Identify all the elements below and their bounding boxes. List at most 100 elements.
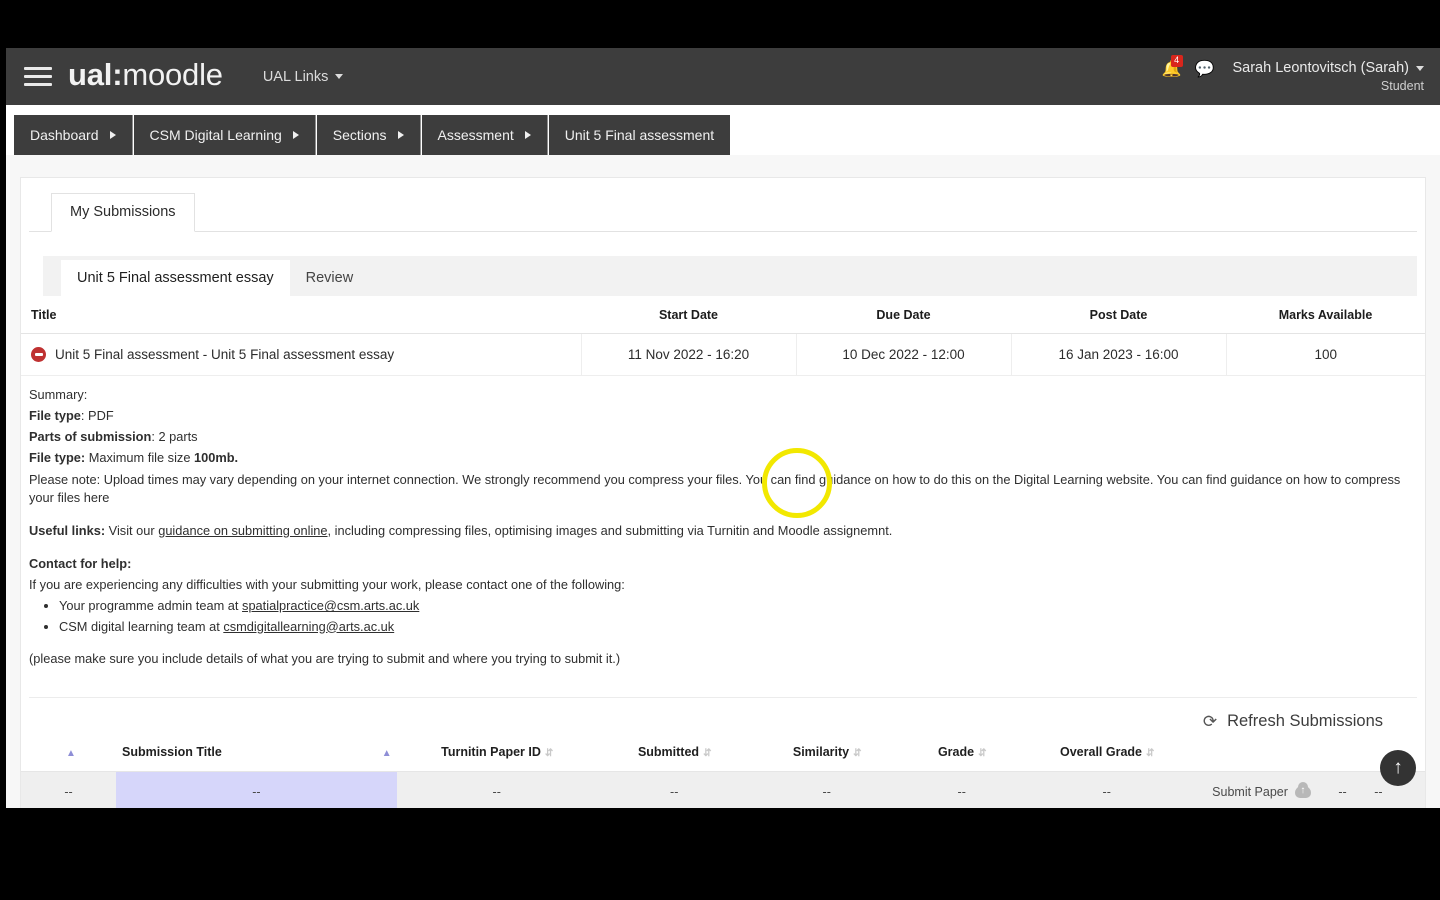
cell-post-date: 16 Jan 2023 - 16:00	[1010, 333, 1226, 376]
cell-start-date: 11 Nov 2022 - 16:20	[580, 333, 796, 376]
column-header-submitted[interactable]: Submitted ⇵	[596, 736, 752, 772]
file-type-line: File type: PDF	[29, 408, 114, 424]
column-header-title[interactable]: Title	[21, 296, 581, 334]
file-size-line: File type: Maximum file size 100mb.	[29, 449, 1411, 467]
site-logo[interactable]: ual:moodle	[68, 57, 223, 93]
useful-links-label: Useful links:	[29, 522, 106, 538]
column-header-marks-available[interactable]: Marks Available	[1226, 296, 1425, 334]
top-navbar: ual:moodle UAL Links 🔔 4 💬 Sarah Leontov…	[6, 48, 1440, 105]
notifications-button[interactable]: 🔔 4	[1162, 55, 1183, 78]
user-menu[interactable]: Sarah Leontovitsch (Sarah) Student	[1232, 60, 1424, 93]
cell-submission-title[interactable]: --	[116, 771, 397, 808]
breadcrumb: Dashboard CSM Digital Learning Sections …	[6, 105, 1440, 155]
column-header-due-date[interactable]: Due Date	[796, 296, 1011, 334]
table-header-row: ▲ Submission Title ▲ Turnitin Paper ID ⇵ S…	[21, 736, 1425, 772]
tab-label: My Submissions	[70, 204, 176, 220]
cell-marks-available: 100	[1225, 333, 1425, 376]
chevron-right-icon	[524, 131, 531, 139]
contact-intro: If you are experiencing any difficulties…	[29, 577, 625, 593]
inner-tab-bar: Unit 5 Final assessment essay Review	[43, 256, 1417, 296]
closing-note: (please make sure you include details of…	[29, 650, 621, 666]
cell-similarity: --	[751, 771, 902, 808]
breadcrumb-item-sections[interactable]: Sections	[316, 115, 421, 155]
table-row: -- -- -- -- -- -- -- Submit Paper ↑ -- -…	[21, 771, 1425, 808]
tab-unit-5-final-assessment-essay[interactable]: Unit 5 Final assessment essay	[61, 260, 290, 296]
column-header-grade[interactable]: Grade ⇵	[901, 736, 1022, 772]
file-type-label: File type	[29, 408, 81, 424]
cell-title: Unit 5 Final assessment - Unit 5 Final a…	[21, 333, 581, 376]
browser-viewport: ual:moodle UAL Links 🔔 4 💬 Sarah Leontov…	[6, 48, 1440, 808]
cell-index: --	[21, 771, 116, 808]
breadcrumb-label: Unit 5 Final assessment	[564, 127, 715, 143]
please-note-line: Please note: Upload times may vary depen…	[29, 471, 1401, 505]
ual-links-label: UAL Links	[262, 68, 329, 85]
brand-moodle: moodle	[122, 57, 223, 92]
contact-item-pre: Your programme admin team at	[59, 598, 243, 614]
column-header-post-date[interactable]: Post Date	[1011, 296, 1226, 334]
breadcrumb-item-assessment[interactable]: Assessment	[421, 115, 548, 155]
useful-links-line: Useful links: Visit our guidance on subm…	[29, 522, 1411, 540]
sort-both-icon: ⇵	[978, 747, 986, 759]
contact-heading: Contact for help:	[29, 556, 132, 572]
chevron-right-icon	[292, 131, 299, 139]
column-label: Overall Grade	[1060, 744, 1142, 759]
email-link-spatialpractice[interactable]: spatialpractice@csm.arts.ac.uk	[242, 598, 419, 613]
notification-badge: 4	[1170, 55, 1183, 67]
useful-links-post: , including compressing files, optimisin…	[327, 522, 893, 538]
contact-label: Contact for help:	[29, 555, 1411, 573]
column-header-start-date[interactable]: Start Date	[581, 296, 796, 334]
chevron-right-icon	[397, 131, 404, 139]
ual-links-menu[interactable]: UAL Links	[263, 69, 344, 85]
cell-due-date: 10 Dec 2022 - 12:00	[795, 333, 1011, 376]
tab-my-submissions[interactable]: My Submissions	[51, 193, 195, 232]
assignment-title[interactable]: Unit 5 Final assessment - Unit 5 Final a…	[55, 347, 394, 362]
column-header-overall-grade[interactable]: Overall Grade ⇵	[1021, 736, 1192, 772]
assignment-summary-table: Title Start Date Due Date Post Date Mark…	[21, 296, 1425, 376]
page-body: My Submissions Unit 5 Final assessment e…	[6, 155, 1440, 808]
sort-both-icon: ⇵	[1146, 747, 1154, 759]
summary-heading: Summary:	[29, 387, 88, 402]
submit-paper-button[interactable]: Submit Paper	[1212, 781, 1311, 799]
refresh-submissions-button[interactable]: ⟳ Refresh Submissions	[1203, 712, 1383, 731]
tab-review[interactable]: Review	[290, 260, 370, 296]
cell-grade: --	[901, 771, 1022, 808]
breadcrumb-item-csm-digital-learning[interactable]: CSM Digital Learning	[133, 115, 316, 155]
breadcrumb-item-dashboard[interactable]: Dashboard	[14, 115, 133, 155]
no-entry-icon	[31, 347, 46, 362]
navbar-right: 🔔 4 💬 Sarah Leontovitsch (Sarah) Student	[1162, 48, 1424, 105]
extra-value-2: --	[1374, 784, 1383, 799]
arrow-up-icon: ↑	[1393, 757, 1403, 778]
breadcrumb-label: Dashboard	[30, 127, 99, 143]
parts-label: Parts of submission	[29, 429, 152, 445]
hamburger-icon[interactable]	[24, 64, 52, 90]
user-role-label: Student	[1380, 79, 1424, 93]
cell-overall-grade: --	[1021, 771, 1192, 808]
user-name-label: Sarah Leontovitsch (Sarah)	[1232, 60, 1409, 76]
cell-submitted: --	[596, 771, 752, 808]
column-header-index[interactable]: ▲	[21, 736, 116, 772]
column-header-submission-title[interactable]: Submission Title ▲	[116, 736, 397, 772]
email-link-csmdigitallearning[interactable]: csmdigitallearning@arts.ac.uk	[223, 619, 394, 634]
contact-item-pre: CSM digital learning team at	[59, 618, 224, 634]
column-header-turnitin-paper-id[interactable]: Turnitin Paper ID ⇵	[396, 736, 597, 772]
extra-value-1: --	[1338, 784, 1347, 799]
parts-line: Parts of submission: 2 parts	[29, 429, 198, 445]
assignment-description: Summary: File type: PDF Parts of submiss…	[21, 376, 1425, 685]
user-name-row[interactable]: Sarah Leontovitsch (Sarah)	[1232, 60, 1424, 76]
breadcrumb-item-unit-5-final-assessment[interactable]: Unit 5 Final assessment	[548, 115, 731, 155]
cloud-upload-icon	[1294, 781, 1311, 798]
submissions-card: My Submissions Unit 5 Final assessment e…	[20, 177, 1426, 808]
table-header-row: Title Start Date Due Date Post Date Mark…	[21, 296, 1425, 334]
refresh-label: Refresh Submissions	[1227, 711, 1383, 730]
guidance-link[interactable]: guidance on submitting online	[158, 523, 327, 538]
sort-both-icon: ⇵	[544, 747, 553, 759]
brand-ual: ual:	[68, 57, 123, 92]
column-header-similarity[interactable]: Similarity ⇵	[751, 736, 902, 772]
scroll-to-top-button[interactable]: ↑	[1380, 750, 1416, 786]
chevron-down-icon	[1416, 65, 1424, 71]
chat-icon[interactable]: 💬	[1195, 62, 1215, 78]
column-label: Similarity	[792, 744, 850, 759]
